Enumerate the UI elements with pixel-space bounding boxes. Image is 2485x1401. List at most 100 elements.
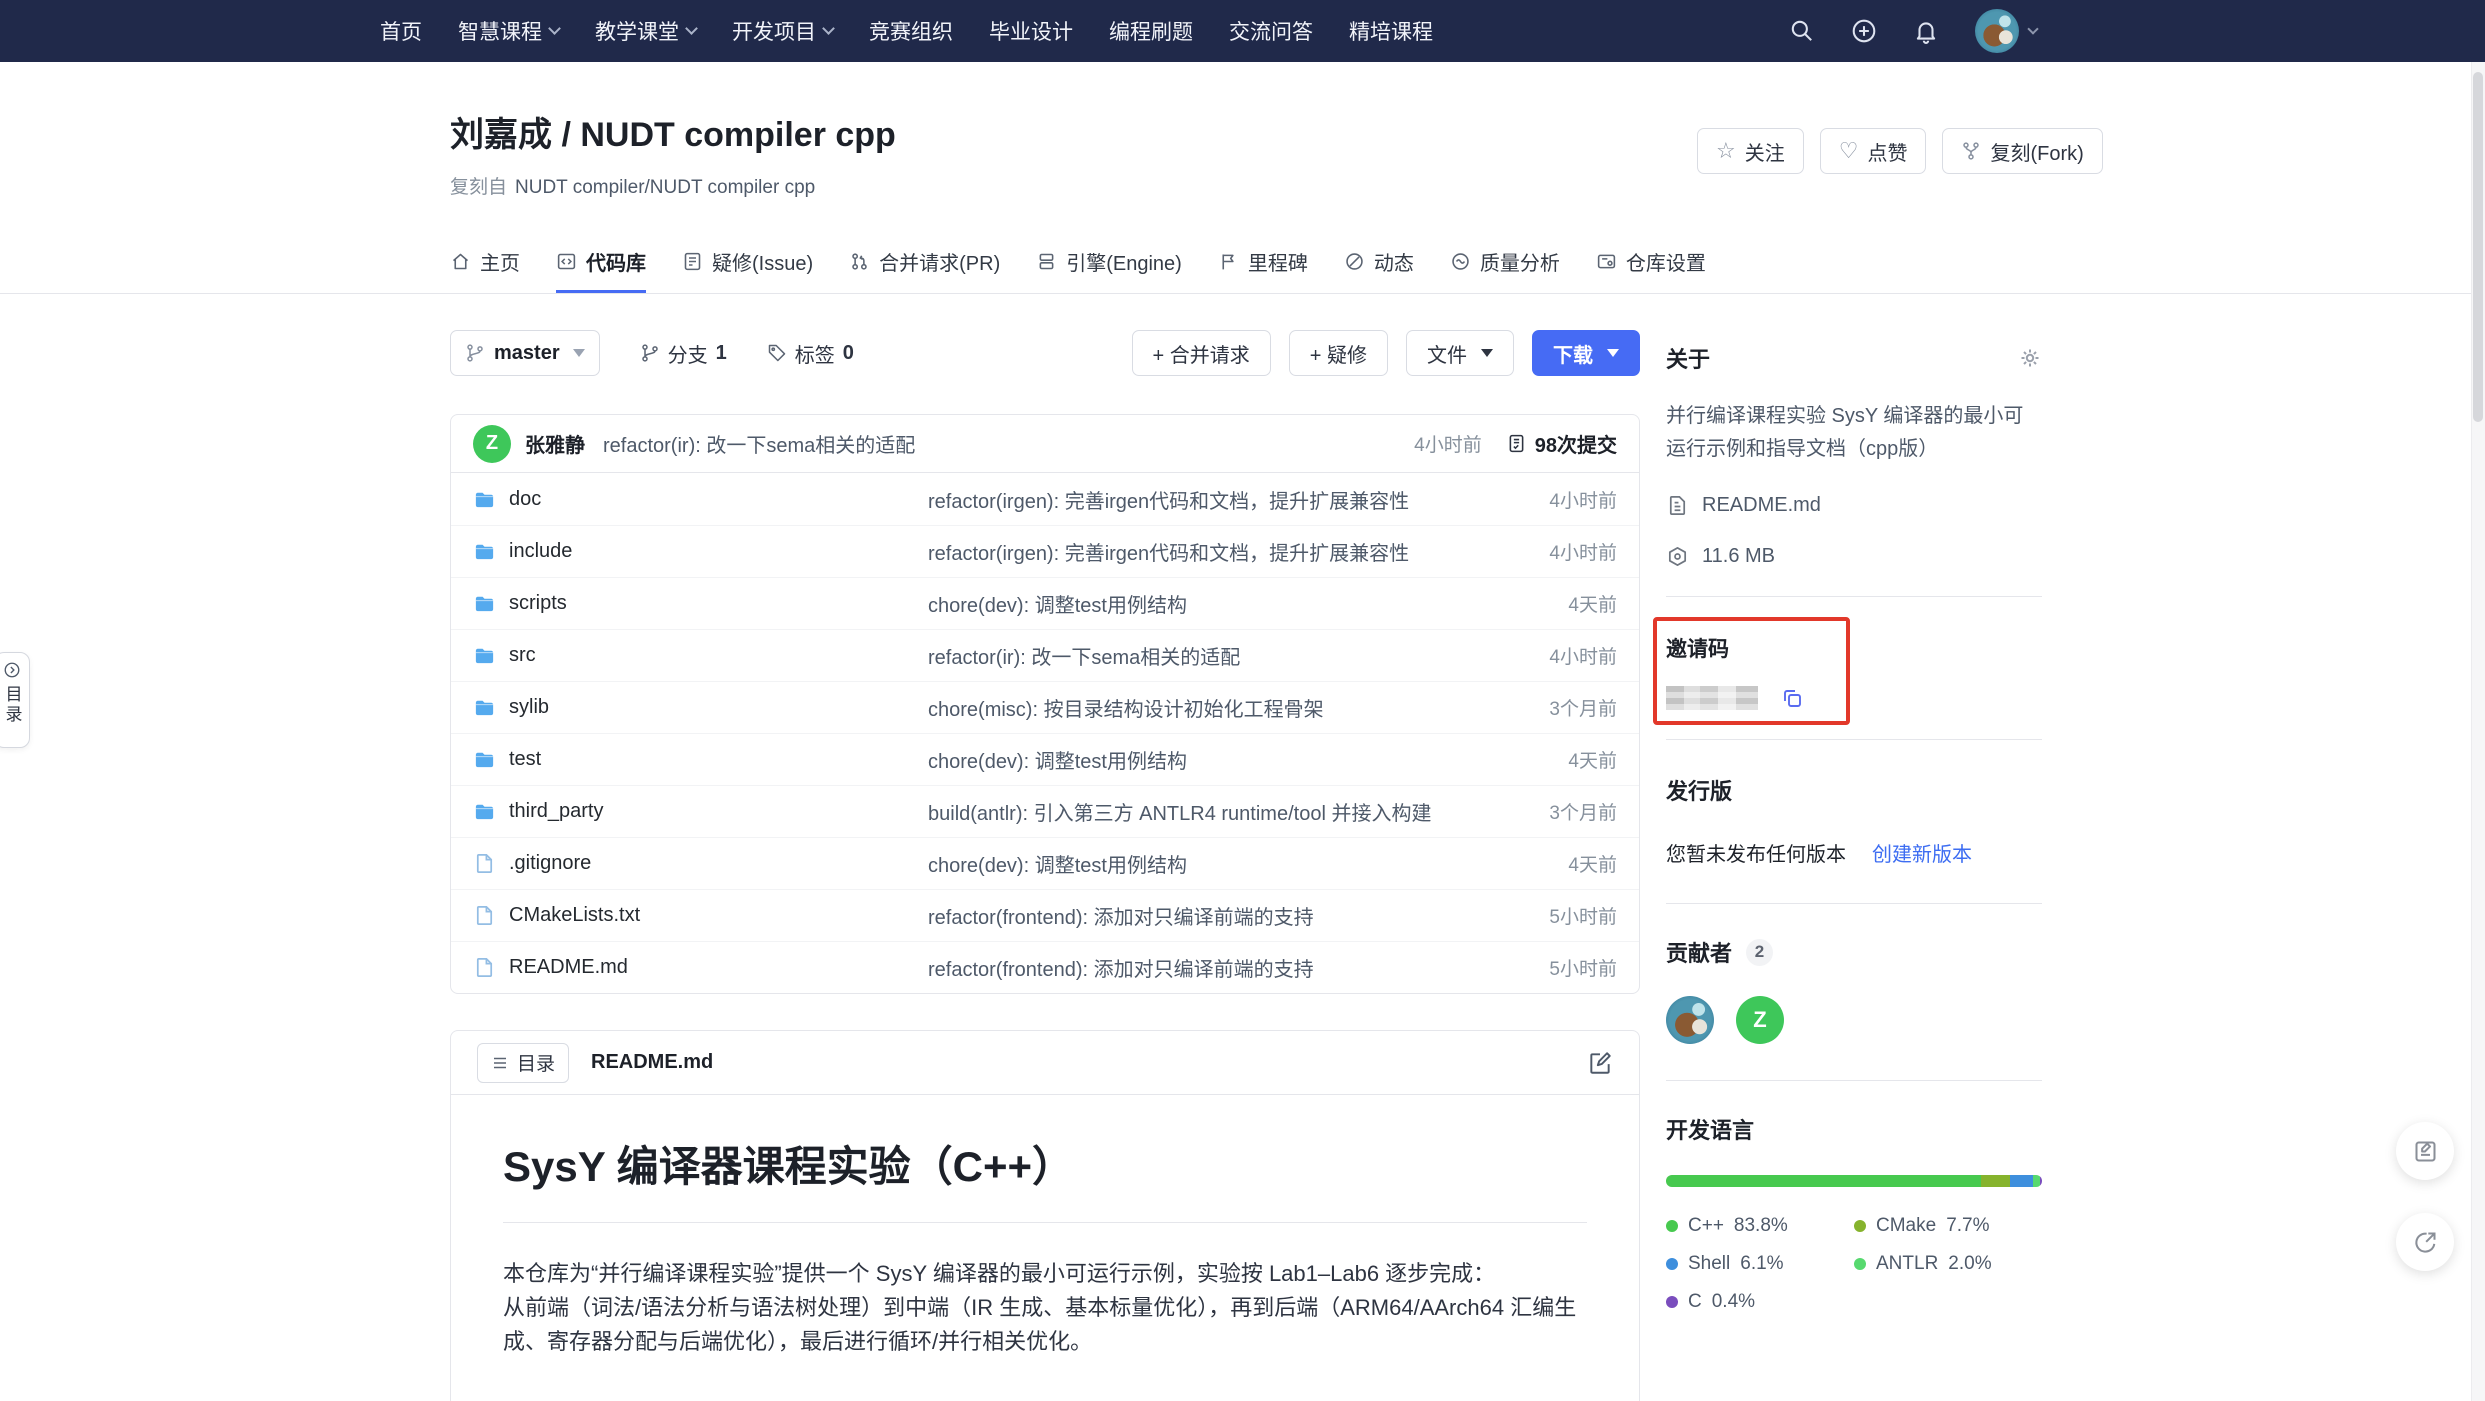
readme-body: SysY 编译器课程实验（C++） 本仓库为“并行编译课程实验”提供一个 Sys… [451, 1095, 1639, 1401]
search-icon[interactable] [1789, 18, 1815, 44]
nav-item-graduation[interactable]: 毕业设计 [989, 16, 1073, 46]
tab-pull-requests[interactable]: 合并请求(PR) [849, 232, 1000, 293]
engine-icon [1036, 251, 1057, 272]
language-legend-item: Shell6.1% [1666, 1253, 1854, 1275]
new-pr-button[interactable]: + 合并请求 [1132, 330, 1271, 376]
file-row[interactable]: .gitignore chore(dev): 调整test用例结构 4天前 [451, 837, 1639, 889]
commit-meta: 4小时前 98次提交 [1414, 429, 1617, 458]
tags-counter[interactable]: 标签0 [767, 339, 854, 368]
commits-count-link[interactable]: 98次提交 [1506, 429, 1617, 458]
nav-item-dev-projects[interactable]: 开发项目 [732, 16, 833, 46]
file-name[interactable]: test [509, 748, 541, 771]
fork-button[interactable]: 复刻(Fork) [1942, 128, 2102, 174]
file-row[interactable]: third_party build(antlr): 引入第三方 ANTLR4 r… [451, 785, 1639, 837]
nav-item-home[interactable]: 首页 [380, 16, 422, 46]
file-updated-time: 4小时前 [1487, 486, 1617, 513]
file-updated-time: 5小时前 [1487, 902, 1617, 929]
committer-name[interactable]: 张雅静 [525, 429, 585, 458]
file-commit-message[interactable]: build(antlr): 引入第三方 ANTLR4 runtime/tool … [928, 797, 1487, 826]
file-name[interactable]: include [509, 540, 572, 563]
file-name[interactable]: README.md [509, 956, 628, 979]
file-commit-message[interactable]: chore(dev): 调整test用例结构 [928, 745, 1487, 774]
folder-icon [473, 800, 496, 823]
file-row[interactable]: sylib chore(misc): 按目录结构设计初始化工程骨架 3个月前 [451, 681, 1639, 733]
feedback-float-button[interactable] [2396, 1122, 2454, 1180]
tab-code[interactable]: 代码库 [556, 232, 646, 293]
toc-button[interactable]: 目录 [477, 1043, 569, 1083]
create-release-link[interactable]: 创建新版本 [1872, 838, 1972, 867]
file-name[interactable]: .gitignore [509, 852, 591, 875]
file-name[interactable]: CMakeLists.txt [509, 904, 640, 927]
share-float-button[interactable] [2396, 1213, 2454, 1271]
file-commit-message[interactable]: refactor(irgen): 完善irgen代码和文档，提升扩展兼容性 [928, 485, 1487, 514]
nav-item-classroom[interactable]: 教学课堂 [595, 16, 696, 46]
contributor-avatar[interactable] [1666, 996, 1714, 1044]
toc-side-label: 目录 [0, 685, 25, 725]
committer-avatar[interactable]: Z [473, 425, 511, 463]
like-button[interactable]: ♡ 点赞 [1820, 128, 1927, 174]
file-row[interactable]: scripts chore(dev): 调整test用例结构 4天前 [451, 577, 1639, 629]
nav-item-coding-practice[interactable]: 编程刷题 [1109, 16, 1193, 46]
readme-link-row[interactable]: README.md [1666, 494, 2042, 517]
file-row[interactable]: include refactor(irgen): 完善irgen代码和文档，提升… [451, 525, 1639, 577]
file-row[interactable]: README.md refactor(frontend): 添加对只编译前端的支… [451, 941, 1639, 993]
branch-selector[interactable]: master [450, 330, 600, 376]
scrollbar-thumb[interactable] [2473, 72, 2483, 422]
readme-paragraph: 本仓库为“并行编译课程实验”提供一个 SysY 编译器的最小可运行示例，实验按 … [503, 1257, 1587, 1359]
nav-item-smart-courses[interactable]: 智慧课程 [458, 16, 559, 46]
file-row[interactable]: CMakeLists.txt refactor(frontend): 添加对只编… [451, 889, 1639, 941]
file-commit-message[interactable]: chore(misc): 按目录结构设计初始化工程骨架 [928, 693, 1487, 722]
file-row[interactable]: doc refactor(irgen): 完善irgen代码和文档，提升扩展兼容… [451, 473, 1639, 525]
language-dot [1854, 1220, 1866, 1232]
nav-item-competitions[interactable]: 竞赛组织 [869, 16, 953, 46]
page: 首页 智慧课程 教学课堂 开发项目 竞赛组织 毕业设计 编程刷题 交流问答 精培… [0, 0, 2485, 1401]
file-row[interactable]: test chore(dev): 调整test用例结构 4天前 [451, 733, 1639, 785]
file-updated-time: 4小时前 [1487, 642, 1617, 669]
nav-item-training[interactable]: 精培课程 [1349, 16, 1433, 46]
tab-milestones[interactable]: 里程碑 [1218, 232, 1308, 293]
file-commit-message[interactable]: refactor(ir): 改一下sema相关的适配 [928, 641, 1487, 670]
download-button[interactable]: 下载 [1532, 330, 1640, 376]
file-menu-button[interactable]: 文件 [1406, 330, 1514, 376]
file-name[interactable]: doc [509, 488, 541, 511]
issue-icon [682, 251, 703, 272]
contributor-avatar[interactable]: Z [1736, 996, 1784, 1044]
user-menu[interactable] [1975, 9, 2037, 53]
gear-icon[interactable] [2018, 346, 2042, 370]
file-commit-message[interactable]: chore(dev): 调整test用例结构 [928, 589, 1487, 618]
tab-issues[interactable]: 疑修(Issue) [682, 232, 813, 293]
file-commit-message[interactable]: refactor(frontend): 添加对只编译前端的支持 [928, 953, 1487, 982]
heart-icon: ♡ [1839, 140, 1859, 162]
file-name[interactable]: third_party [509, 800, 604, 823]
nav-item-qa[interactable]: 交流问答 [1229, 16, 1313, 46]
fork-source-link[interactable]: NUDT compiler/NUDT compiler cpp [515, 177, 815, 198]
file-name[interactable]: scripts [509, 592, 567, 615]
pull-request-icon [849, 251, 870, 272]
releases-empty-text: 您暂未发布任何版本 [1666, 838, 1846, 867]
file-commit-message[interactable]: chore(dev): 调整test用例结构 [928, 849, 1487, 878]
file-commit-message[interactable]: refactor(frontend): 添加对只编译前端的支持 [928, 901, 1487, 930]
new-issue-button[interactable]: + 疑修 [1289, 330, 1388, 376]
tab-activity[interactable]: 动态 [1344, 232, 1414, 293]
edit-icon[interactable] [1587, 1050, 1613, 1076]
tab-engine[interactable]: 引擎(Engine) [1036, 232, 1182, 293]
file-commit-message[interactable]: refactor(irgen): 完善irgen代码和文档，提升扩展兼容性 [928, 537, 1487, 566]
copy-icon[interactable] [1780, 686, 1804, 710]
user-avatar[interactable] [1975, 9, 2019, 53]
readme-filename: README.md [591, 1051, 713, 1074]
file-name[interactable]: sylib [509, 696, 549, 719]
tag-icon [767, 343, 787, 363]
tab-home[interactable]: 主页 [450, 232, 520, 293]
code-icon [556, 251, 577, 272]
bell-icon[interactable] [1913, 18, 1939, 44]
toc-side-tab[interactable]: 目录 [0, 652, 30, 748]
plus-circle-icon[interactable] [1851, 18, 1877, 44]
branches-counter[interactable]: 分支1 [640, 339, 727, 368]
tab-settings[interactable]: 仓库设置 [1596, 232, 1706, 293]
file-name[interactable]: src [509, 644, 536, 667]
tab-quality[interactable]: 质量分析 [1450, 232, 1560, 293]
file-updated-time: 5小时前 [1487, 954, 1617, 981]
watch-button[interactable]: ☆ 关注 [1697, 128, 1804, 174]
commit-message-link[interactable]: refactor(ir): 改一下sema相关的适配 [603, 429, 915, 458]
file-row[interactable]: src refactor(ir): 改一下sema相关的适配 4小时前 [451, 629, 1639, 681]
